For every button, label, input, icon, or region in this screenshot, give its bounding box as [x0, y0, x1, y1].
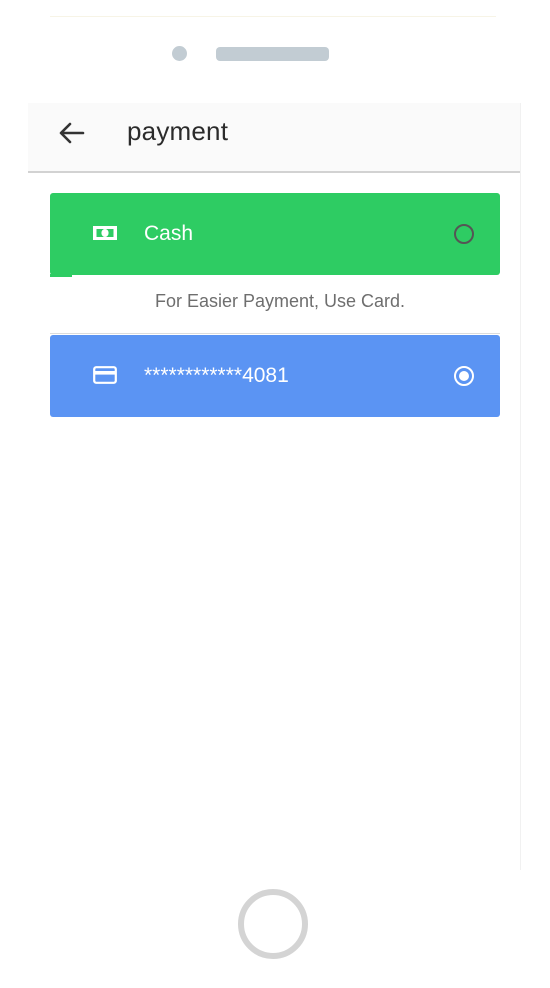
cash-icon	[92, 222, 118, 244]
payment-option-card[interactable]: ************4081	[50, 335, 500, 417]
payment-option-label: ************4081	[144, 364, 289, 387]
cash-option-underline	[50, 274, 72, 277]
home-button[interactable]	[238, 889, 308, 959]
app-bar: payment	[28, 103, 520, 173]
radio-selected-icon[interactable]	[453, 365, 475, 387]
payment-hint-text: For Easier Payment, Use Card.	[154, 291, 406, 311]
payment-option-label: Cash	[144, 222, 194, 245]
device-top-edge	[50, 16, 496, 17]
credit-card-icon	[92, 364, 118, 386]
page-title: payment	[127, 116, 229, 146]
back-button[interactable]	[54, 115, 90, 151]
front-camera	[172, 46, 187, 61]
earpiece-speaker	[216, 47, 329, 61]
divider	[50, 333, 500, 334]
arrow-back-icon	[59, 122, 85, 144]
radio-unselected-icon[interactable]	[453, 223, 475, 245]
app-screen: payment Cash For Easier Payment, Use Car…	[28, 103, 521, 870]
phone-device: payment Cash For Easier Payment, Use Car…	[0, 0, 550, 988]
payment-option-cash[interactable]: Cash	[50, 193, 500, 275]
